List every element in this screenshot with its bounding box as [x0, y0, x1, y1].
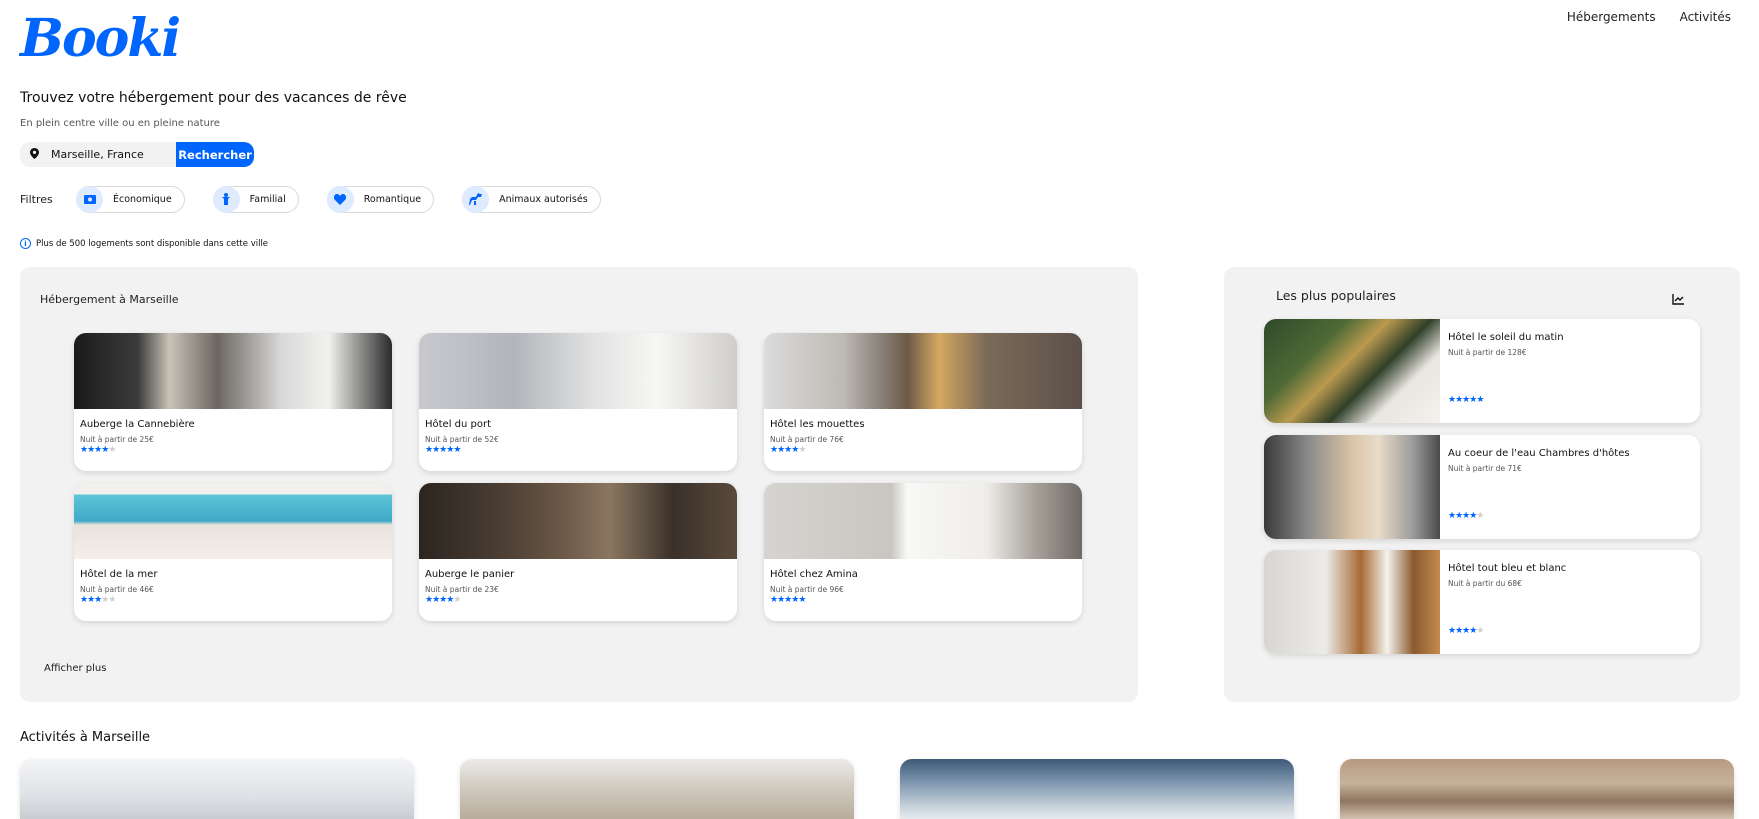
popular-card[interactable]: Au coeur de l'eau Chambres d'hôtes Nuit …	[1264, 435, 1700, 539]
filter-romantique[interactable]: Romantique	[326, 185, 435, 213]
filter-familial[interactable]: Familial	[212, 185, 299, 213]
show-more-link[interactable]: Afficher plus	[44, 663, 106, 674]
main-nav: Hébergements Activités	[1567, 10, 1731, 24]
accommodation-price: Nuit à partir de 96€	[770, 585, 844, 594]
hero-title: Trouvez votre hébergement pour des vacan…	[20, 90, 407, 106]
star-empty-icon: ★	[453, 595, 461, 605]
accommodation-name: Hôtel de la mer	[80, 569, 158, 580]
star-empty-icon: ★	[798, 445, 806, 455]
accommodation-name: Auberge le panier	[425, 569, 515, 580]
filters-bar: Filtres Économique Familial Romantique A…	[20, 185, 629, 213]
filter-economique-label: Économique	[113, 194, 172, 205]
filter-romantique-label: Romantique	[363, 194, 422, 205]
activities-title: Activités à Marseille	[20, 730, 151, 745]
popular-price: Nuit à partir de 128€	[1448, 348, 1527, 357]
popular-photo	[1264, 550, 1440, 654]
accommodation-card[interactable]: Hôtel de la mer Nuit à partir de 46€ ★★★…	[74, 483, 392, 621]
accommodation-card[interactable]: Auberge la Cannebière Nuit à partir de 2…	[74, 333, 392, 471]
star-empty-icon: ★	[1476, 511, 1484, 521]
filter-animaux-label: Animaux autorisés	[499, 194, 588, 205]
accommodation-name: Hôtel chez Amina	[770, 569, 858, 580]
rating-stars: ★★★★★	[1448, 626, 1484, 636]
accommodation-price: Nuit à partir de 76€	[770, 435, 844, 444]
filter-familial-label: Familial	[249, 194, 286, 205]
hero-subtitle: En plein centre ville ou en pleine natur…	[20, 118, 220, 129]
filters-label: Filtres	[20, 193, 53, 206]
accommodation-photo	[419, 483, 737, 559]
star-filled-icon: ★	[1476, 395, 1484, 405]
popular-name: Au coeur de l'eau Chambres d'hôtes	[1448, 448, 1630, 459]
child-icon	[212, 185, 240, 213]
popular-price: Nuit à partir de 71€	[1448, 464, 1522, 473]
accommodation-card[interactable]: Auberge le panier Nuit à partir de 23€ ★…	[419, 483, 737, 621]
accommodation-price: Nuit à partir de 52€	[425, 435, 499, 444]
popular-card[interactable]: Hôtel le soleil du matin Nuit à partir d…	[1264, 319, 1700, 423]
popular-name: Hôtel le soleil du matin	[1448, 332, 1564, 343]
search-bar: Marseille, France Rechercher	[20, 142, 254, 167]
popular-card[interactable]: Hôtel tout bleu et blanc Nuit à partir d…	[1264, 550, 1700, 654]
rating-stars: ★★★★★	[80, 595, 116, 605]
accommodation-photo	[764, 333, 1082, 409]
activity-card[interactable]	[460, 759, 854, 819]
rating-stars: ★★★★★	[770, 445, 806, 455]
accommodation-name: Auberge la Cannebière	[80, 419, 195, 430]
info-text: Plus de 500 logements sont disponible da…	[36, 238, 269, 249]
star-empty-icon: ★	[108, 445, 116, 455]
accommodation-card[interactable]: Hôtel chez Amina Nuit à partir de 96€ ★★…	[764, 483, 1082, 621]
star-empty-icon: ★	[1476, 626, 1484, 636]
rating-stars: ★★★★★	[425, 595, 461, 605]
filter-animaux[interactable]: Animaux autorisés	[462, 185, 601, 213]
star-empty-icon: ★	[108, 595, 116, 605]
accommodation-photo	[419, 333, 737, 409]
booki-logo[interactable]: Booki	[20, 8, 181, 69]
search-input-value: Marseille, France	[51, 148, 144, 161]
search-button[interactable]: Rechercher	[176, 142, 254, 167]
filter-economique[interactable]: Économique	[76, 185, 185, 213]
star-filled-icon: ★	[453, 445, 461, 455]
rating-stars: ★★★★★	[425, 445, 461, 455]
popular-name: Hôtel tout bleu et blanc	[1448, 563, 1567, 574]
accommodation-name: Hôtel du port	[425, 419, 492, 430]
activity-card[interactable]	[900, 759, 1294, 819]
accommodation-photo	[764, 483, 1082, 559]
popular-title: Les plus populaires	[1276, 288, 1396, 303]
accommodation-card[interactable]: Hôtel les mouettes Nuit à partir de 76€ …	[764, 333, 1082, 471]
accommodation-price: Nuit à partir de 25€	[80, 435, 154, 444]
star-filled-icon: ★	[798, 595, 806, 605]
nav-link-hebergements[interactable]: Hébergements	[1567, 10, 1656, 24]
rating-stars: ★★★★★	[1448, 395, 1484, 405]
accommodation-price: Nuit à partir de 23€	[425, 585, 499, 594]
heart-icon	[326, 185, 354, 213]
activity-card[interactable]	[20, 759, 414, 819]
activity-card[interactable]	[1340, 759, 1734, 819]
accommodation-photo	[74, 483, 392, 559]
accommodations-title: Hébergement à Marseille	[40, 293, 179, 306]
rating-stars: ★★★★★	[1448, 511, 1484, 521]
search-input[interactable]: Marseille, France	[20, 142, 176, 167]
money-icon	[76, 185, 103, 213]
popular-price: Nuit à partir du 68€	[1448, 579, 1522, 588]
nav-link-activites[interactable]: Activités	[1680, 10, 1731, 24]
popular-photo	[1264, 319, 1440, 423]
accommodation-name: Hôtel les mouettes	[770, 419, 865, 430]
location-pin-icon	[30, 147, 39, 162]
accommodations-panel: Hébergement à Marseille Auberge la Canne…	[20, 267, 1138, 702]
accommodation-price: Nuit à partir de 46€	[80, 585, 154, 594]
rating-stars: ★★★★★	[80, 445, 116, 455]
dog-icon	[462, 185, 490, 213]
info-icon: i	[20, 238, 31, 249]
info-notice: i Plus de 500 logements sont disponible …	[20, 238, 268, 249]
trending-chart-icon	[1672, 290, 1684, 309]
accommodation-card[interactable]: Hôtel du port Nuit à partir de 52€ ★★★★★	[419, 333, 737, 471]
rating-stars: ★★★★★	[770, 595, 806, 605]
popular-photo	[1264, 435, 1440, 539]
popular-panel: Les plus populaires Hôtel le soleil du m…	[1224, 267, 1740, 702]
accommodation-photo	[74, 333, 392, 409]
